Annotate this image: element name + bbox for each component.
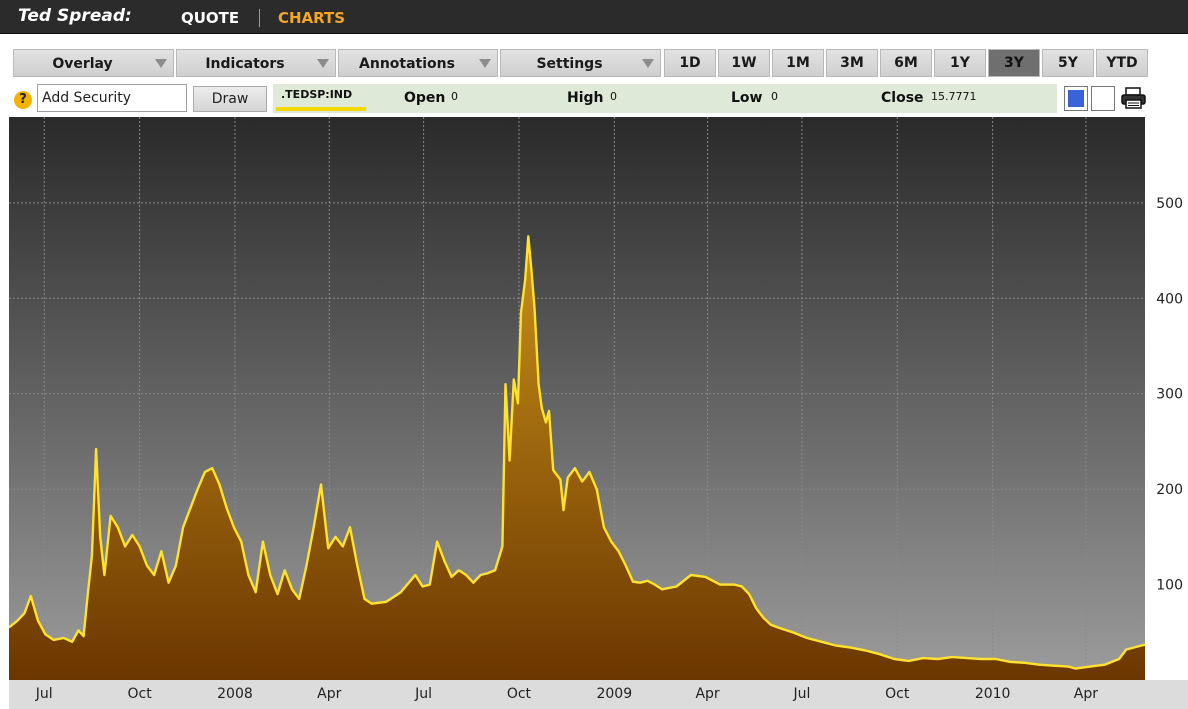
- color-swatch-icon[interactable]: [1064, 86, 1088, 111]
- dropdown-arrow-icon: [479, 59, 491, 68]
- annotations-dropdown[interactable]: Annotations: [338, 49, 498, 77]
- range-button-1m[interactable]: 1M: [772, 49, 824, 77]
- open-value: 0: [451, 90, 458, 103]
- x-tick-label: Jul: [35, 686, 53, 702]
- low-value: 0: [771, 90, 778, 103]
- x-tick-label: 2008: [217, 686, 253, 702]
- annotations-dropdown-label: Annotations: [359, 56, 455, 72]
- low-label: Low: [731, 90, 763, 106]
- app-root: Ted Spread: QUOTE CHARTS Overlay Indicat…: [0, 0, 1188, 709]
- header-bar: Ted Spread: QUOTE CHARTS: [0, 0, 1188, 34]
- security-row: ? Draw .TEDSP:IND Open 0 High 0 Low 0 Cl…: [0, 83, 1188, 113]
- range-button-1d[interactable]: 1D: [664, 49, 716, 77]
- chart-area[interactable]: 100 200 300 400 500 Jul Oct 2008 Apr Jul Oct 2009 A…: [8, 117, 1188, 709]
- ticker-label[interactable]: .TEDSP:IND: [281, 88, 352, 101]
- dropdown-arrow-icon: [642, 59, 654, 68]
- indicators-dropdown[interactable]: Indicators: [176, 49, 336, 77]
- range-button-1w[interactable]: 1W: [718, 49, 770, 77]
- tab-divider: [259, 9, 260, 27]
- quote-summary: .TEDSP:IND Open 0 High 0 Low 0 Close 15.…: [273, 84, 1057, 113]
- y-tick-label: 200: [1156, 482, 1183, 498]
- dropdown-arrow-icon: [155, 59, 167, 68]
- settings-dropdown[interactable]: Settings: [500, 49, 661, 77]
- overlay-dropdown[interactable]: Overlay: [13, 49, 174, 77]
- x-tick-label: Oct: [127, 686, 152, 702]
- dropdown-arrow-icon: [317, 59, 329, 68]
- y-tick-label: 300: [1156, 387, 1183, 403]
- help-icon[interactable]: ?: [14, 91, 32, 109]
- background-swatch-icon[interactable]: [1091, 86, 1115, 111]
- range-button-5y[interactable]: 5Y: [1042, 49, 1094, 77]
- ticker-color-line: [276, 107, 366, 111]
- overlay-dropdown-label: Overlay: [52, 56, 113, 72]
- page-title: Ted Spread:: [18, 6, 132, 26]
- x-tick-label: 2009: [596, 686, 632, 702]
- x-tick-label: Apr: [317, 686, 341, 702]
- range-button-ytd[interactable]: YTD: [1096, 49, 1148, 77]
- range-button-6m[interactable]: 6M: [880, 49, 932, 77]
- close-label: Close: [881, 90, 924, 106]
- y-tick-label: 400: [1156, 291, 1183, 307]
- indicators-dropdown-label: Indicators: [205, 56, 285, 72]
- tab-quote[interactable]: QUOTE: [181, 9, 239, 27]
- high-label: High: [567, 90, 604, 106]
- tab-charts[interactable]: CHARTS: [278, 9, 345, 27]
- add-security-input[interactable]: [37, 84, 187, 112]
- x-tick-label: Apr: [1074, 686, 1098, 702]
- x-tick-label: Jul: [414, 686, 432, 702]
- y-tick-label: 500: [1156, 196, 1183, 212]
- y-tick-label: 100: [1156, 578, 1183, 594]
- range-button-3y[interactable]: 3Y: [988, 49, 1040, 77]
- range-button-3m[interactable]: 3M: [826, 49, 878, 77]
- printer-icon[interactable]: [1120, 87, 1148, 109]
- settings-dropdown-label: Settings: [536, 56, 603, 72]
- close-value: 15.7771: [931, 90, 977, 103]
- color-swatch-fill: [1068, 90, 1084, 107]
- x-tick-label: 2010: [975, 686, 1011, 702]
- x-tick-label: Apr: [695, 686, 719, 702]
- range-button-1y[interactable]: 1Y: [934, 49, 986, 77]
- draw-button[interactable]: Draw: [193, 86, 267, 112]
- ted-spread-chart[interactable]: 100 200 300 400 500 Jul Oct 2008 Apr Jul Oct 2009 A…: [8, 117, 1188, 709]
- x-tick-label: Jul: [792, 686, 810, 702]
- high-value: 0: [610, 90, 617, 103]
- x-tick-label: Oct: [507, 686, 532, 702]
- open-label: Open: [404, 90, 446, 106]
- x-tick-label: Oct: [885, 686, 910, 702]
